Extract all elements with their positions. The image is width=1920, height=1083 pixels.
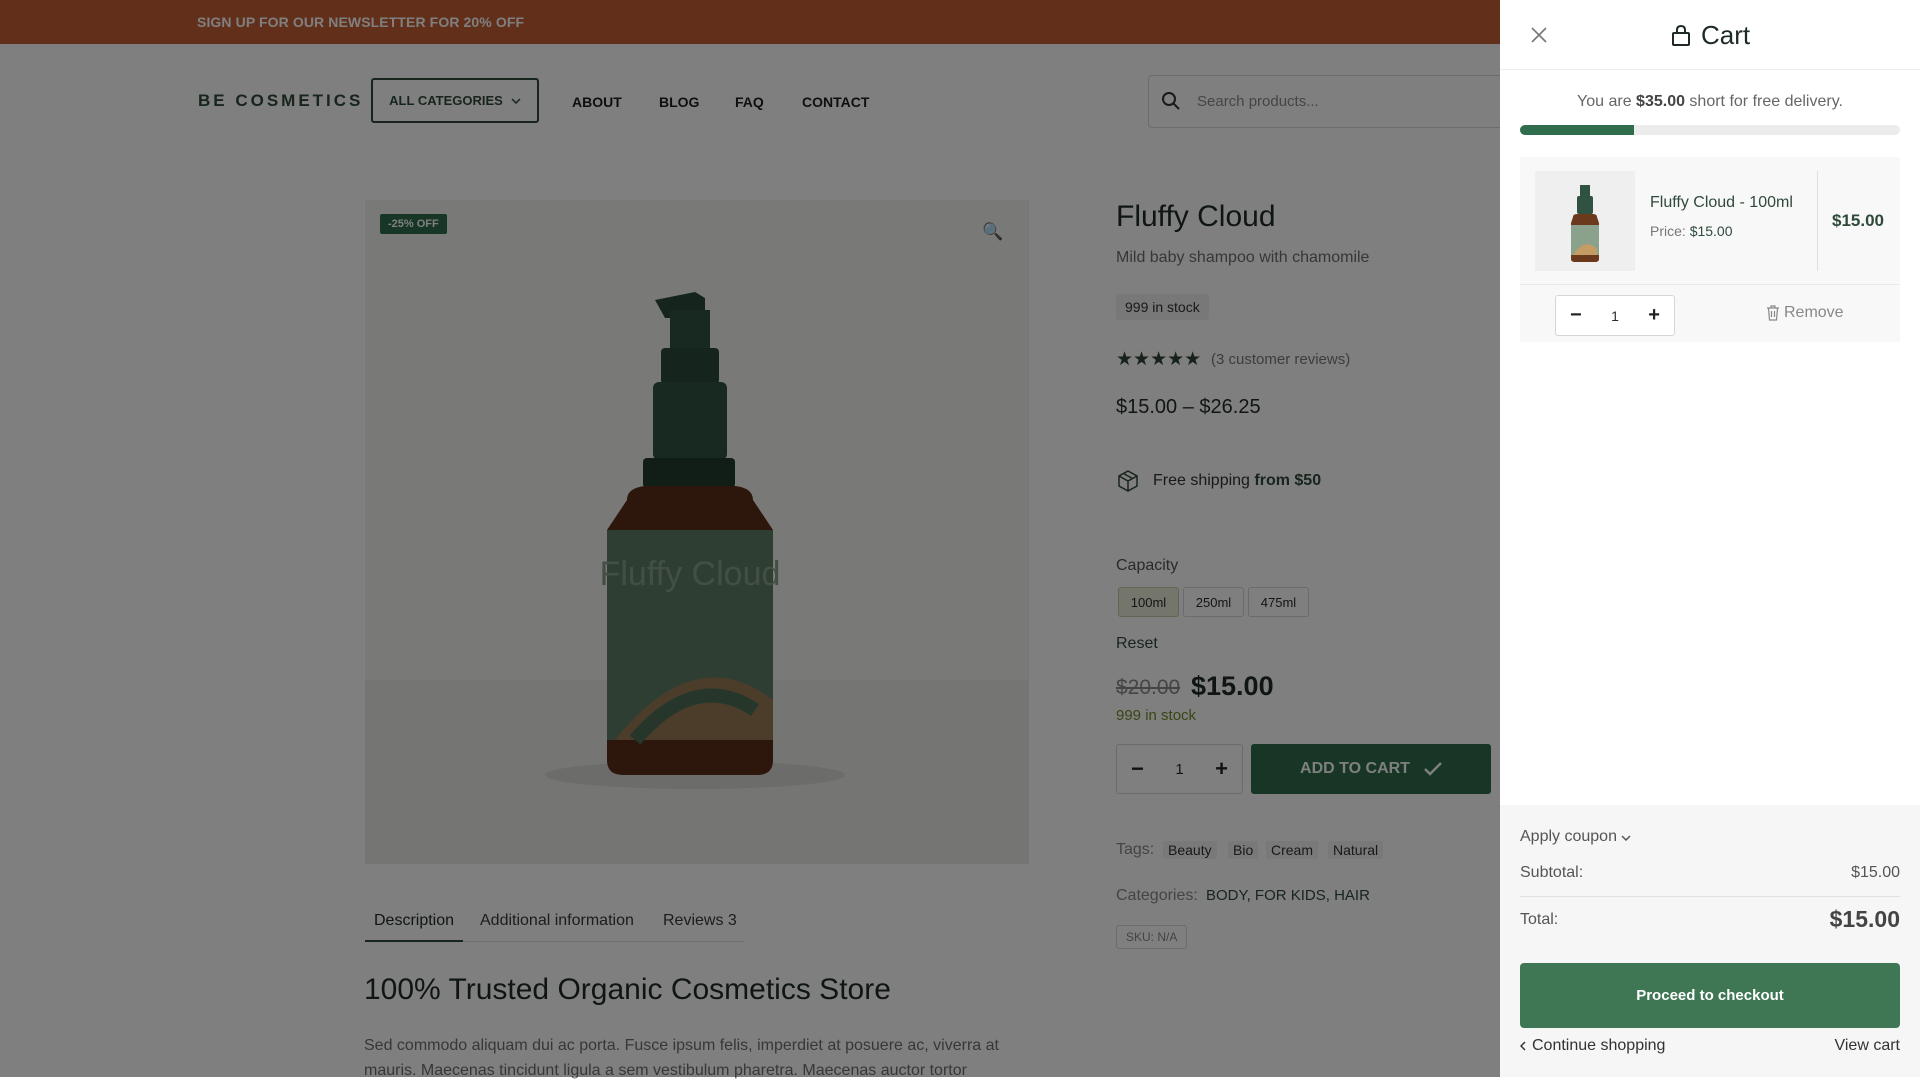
cart-drawer: Cart You are $35.00 short for free deliv… [1500, 0, 1920, 1077]
cart-header: Cart [1500, 0, 1920, 70]
total-label: Total: [1520, 911, 1559, 928]
apply-coupon-toggle[interactable]: Apply coupon [1520, 828, 1631, 846]
cart-title-text: Cart [1701, 20, 1751, 50]
progress-fill [1520, 125, 1634, 135]
free-delivery-message: You are $35.00 short for free delivery. [1577, 93, 1843, 110]
chevron-down-icon [1621, 835, 1631, 842]
cart-item-separator [1520, 284, 1900, 285]
subtotal-value: $15.00 [1851, 864, 1900, 881]
cart-quantity-stepper[interactable]: − 1 + [1555, 295, 1675, 336]
free-delivery-progress [1520, 125, 1900, 135]
continue-shopping-label: Continue shopping [1532, 1037, 1666, 1054]
cart-quantity-value[interactable]: 1 [1611, 308, 1619, 324]
apply-coupon-label: Apply coupon [1520, 828, 1617, 845]
continue-shopping-link[interactable]: Continue shopping [1520, 1037, 1665, 1055]
shopping-bag-icon [1672, 24, 1690, 46]
close-icon[interactable] [1529, 25, 1549, 45]
remove-item-button[interactable]: Remove [1766, 304, 1844, 322]
cart-item-name[interactable]: Fluffy Cloud - 100ml [1650, 194, 1793, 212]
cart-item-thumbnail[interactable] [1535, 171, 1635, 271]
cart-item-divider [1817, 171, 1818, 271]
subtotal-label: Subtotal: [1520, 864, 1584, 881]
minus-icon[interactable]: − [1570, 304, 1582, 327]
totals-separator [1520, 896, 1900, 897]
view-cart-link[interactable]: View cart [1834, 1037, 1900, 1055]
plus-icon[interactable]: + [1648, 304, 1660, 327]
bottle-thumbnail-image [1571, 185, 1599, 262]
page-overlay[interactable] [0, 0, 1500, 1077]
trash-icon [1767, 305, 1779, 321]
chevron-left-icon [1520, 1041, 1526, 1051]
cart-item: Fluffy Cloud - 100ml Price: $15.00 $15.0… [1520, 157, 1900, 342]
cart-item-total: $15.00 [1832, 211, 1884, 230]
proceed-to-checkout-button[interactable]: Proceed to checkout [1520, 963, 1900, 1028]
remove-label: Remove [1784, 304, 1844, 321]
total-value: $15.00 [1829, 906, 1900, 932]
cart-title: Cart [1671, 20, 1750, 51]
cart-item-price: Price: $15.00 [1650, 223, 1733, 239]
